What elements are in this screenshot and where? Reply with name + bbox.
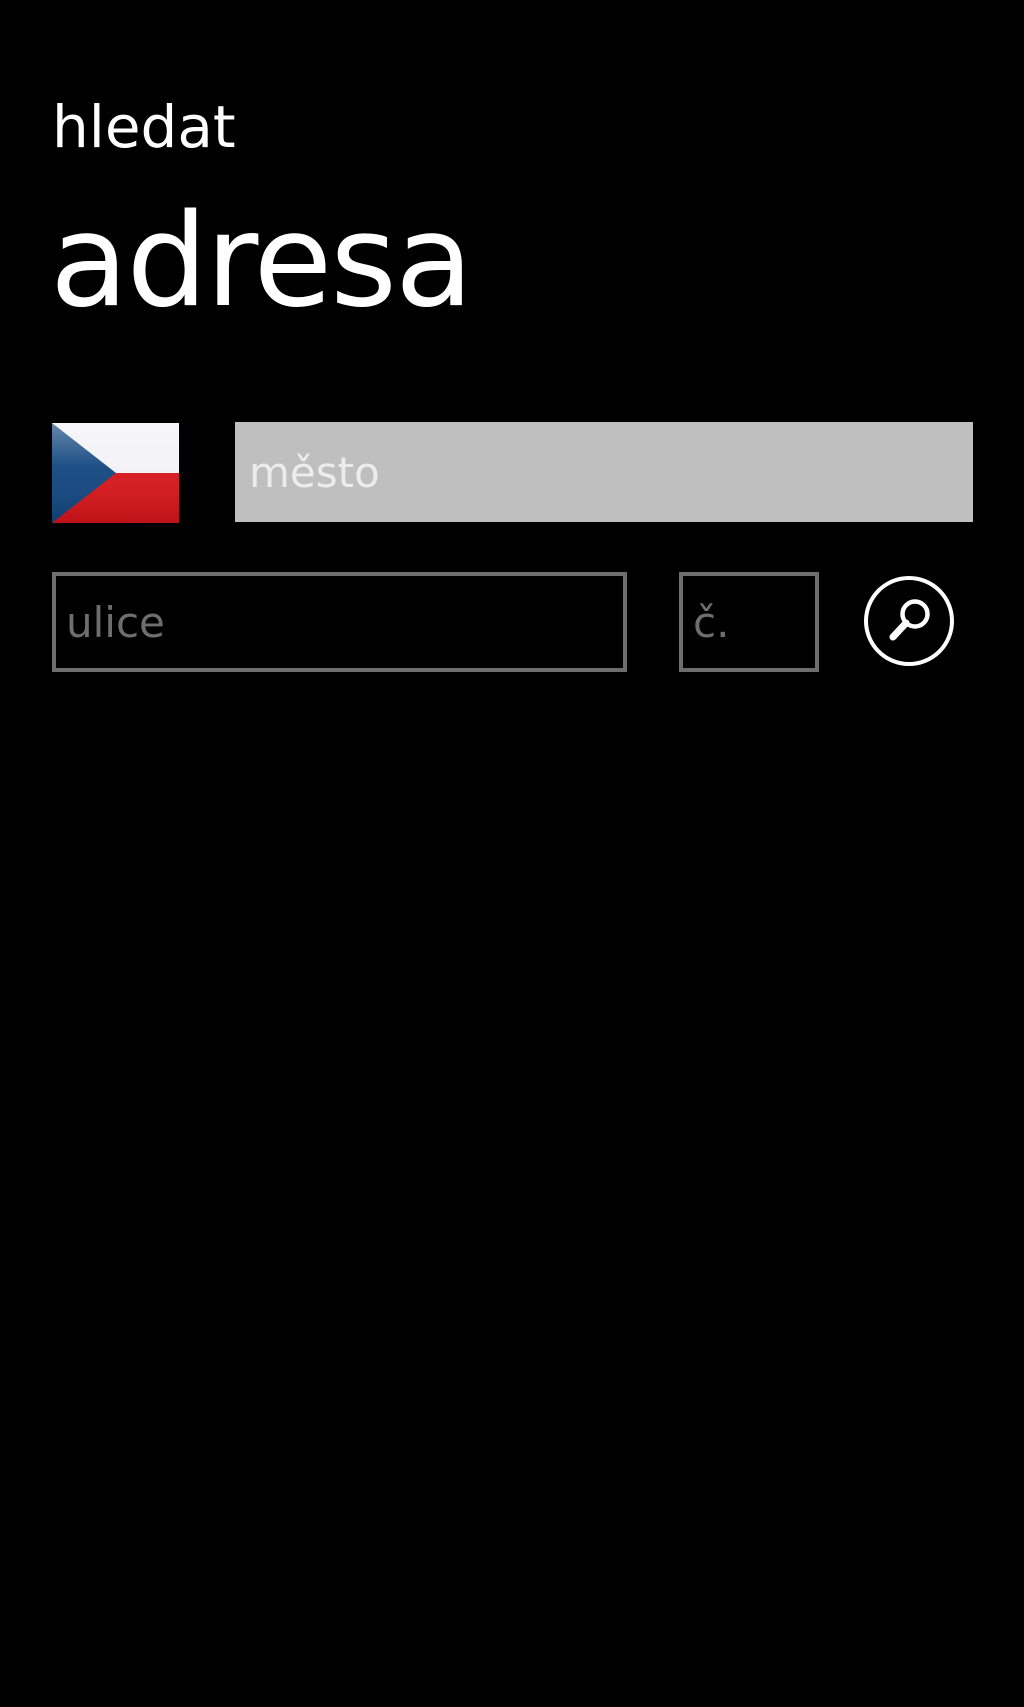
czech-flag-icon bbox=[52, 423, 179, 523]
street-field[interactable] bbox=[52, 572, 627, 672]
search-icon bbox=[864, 576, 954, 666]
city-field[interactable] bbox=[235, 422, 973, 522]
page-title: adresa bbox=[50, 187, 473, 336]
house-number-field[interactable] bbox=[679, 572, 819, 672]
country-selector[interactable] bbox=[52, 423, 179, 523]
search-button[interactable] bbox=[862, 574, 956, 668]
app-subtitle: hledat bbox=[52, 93, 236, 161]
